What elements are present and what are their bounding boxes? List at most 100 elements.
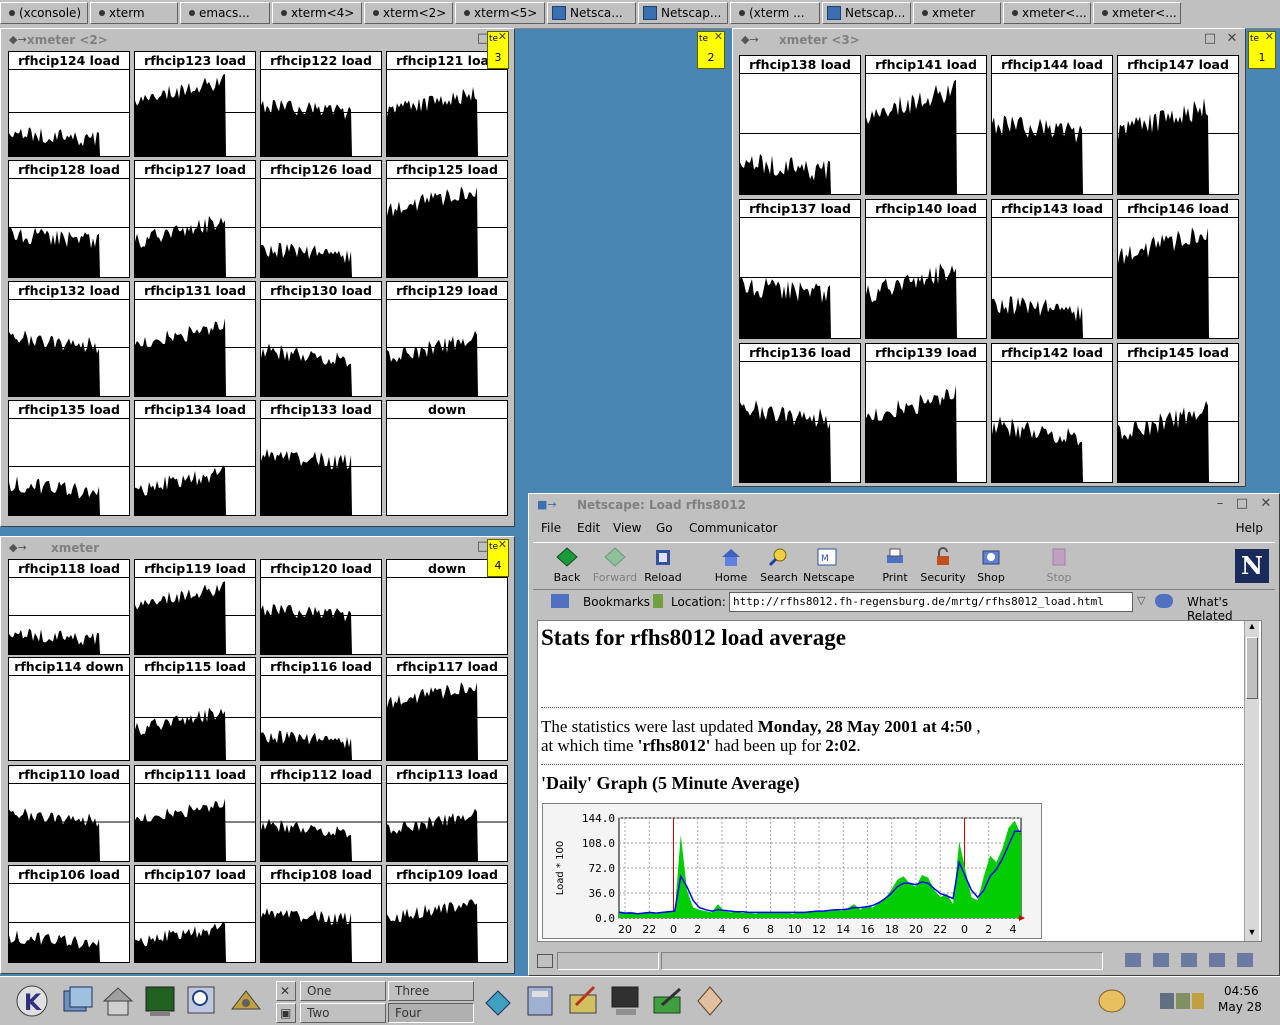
load-area (261, 448, 352, 515)
print-button[interactable]: Print (871, 545, 919, 584)
maximize-icon[interactable]: □ (1203, 32, 1217, 46)
window-badge-1[interactable]: te ✕ 1 (1248, 30, 1276, 69)
load-area (9, 808, 100, 861)
load-meter-graph (261, 227, 381, 277)
editor-icon[interactable] (566, 983, 602, 1019)
taskbar-button[interactable]: Netscap... (822, 2, 911, 24)
netscape-button[interactable]: M Netscape (803, 545, 855, 584)
load-meter: rfhcip143 load (991, 199, 1113, 339)
taskbar-button[interactable]: Netscap... (638, 2, 728, 24)
help-book-icon[interactable] (480, 983, 516, 1019)
load-area (1118, 98, 1209, 194)
shop-button[interactable]: Shop (967, 545, 1015, 584)
status-text (661, 952, 1103, 970)
pin-icon[interactable]: ◆→ (9, 31, 27, 49)
url-history-dropdown[interactable]: ▽ (1137, 594, 1145, 607)
taskbar-button[interactable]: xmeter<... (1093, 2, 1181, 24)
scroll-down-arrow[interactable]: ▼ (1245, 927, 1259, 941)
close-icon[interactable]: ✕ (714, 30, 723, 43)
monitor-icon[interactable] (608, 983, 644, 1019)
control-center-icon[interactable] (228, 983, 264, 1019)
component-bar-icons[interactable] (1125, 953, 1265, 967)
mail-icon[interactable] (692, 983, 728, 1019)
load-meter-label: rfhcip107 load (135, 866, 255, 884)
menu-view[interactable]: View (613, 521, 641, 535)
desktop-two-button[interactable]: Two (300, 1003, 386, 1023)
close-icon[interactable]: ✕ (498, 30, 507, 43)
virtual-desktops-close-icon[interactable]: ✕ (276, 981, 296, 1001)
home-folder-icon[interactable] (100, 983, 136, 1019)
calculator-icon[interactable] (522, 983, 558, 1019)
window-badge-2[interactable]: te ✕ 2 (697, 30, 725, 69)
home-button[interactable]: Home (707, 545, 755, 584)
taskbar-button[interactable]: xmeter<... (1003, 2, 1091, 24)
location-bar: Bookmarks Location: http://rfhs8012.fh-r… (533, 590, 1275, 623)
security-button[interactable]: Security (919, 545, 967, 584)
taskbar-button[interactable]: xterm<2> (364, 2, 453, 24)
lock-screen-icon[interactable]: ▣ (276, 1003, 296, 1023)
stop-button[interactable]: Stop (1035, 545, 1083, 584)
window-badge-3[interactable]: te ✕ 3 (487, 30, 509, 69)
bookmarks-icon[interactable] (551, 594, 569, 608)
network-tray-icon[interactable] (1158, 983, 1208, 1019)
load-area (9, 930, 100, 962)
desktop-four-button[interactable]: Four (388, 1003, 474, 1023)
load-meter-label: rfhcip123 load (135, 52, 255, 70)
load-area (1118, 227, 1209, 338)
search-button[interactable]: Search (755, 545, 803, 584)
back-button[interactable]: Back (543, 545, 591, 584)
load-meter: rfhcip125 load (386, 160, 508, 278)
forward-button[interactable]: Forward (591, 545, 639, 584)
desktop-one-button[interactable]: One (300, 981, 386, 1001)
title-bar[interactable]: ◆→ xmeter <3> □ ✕ (735, 31, 1243, 49)
taskbar-button[interactable]: xterm (90, 2, 178, 24)
load-meter-graph (387, 808, 507, 861)
shell-icon[interactable] (1094, 983, 1130, 1019)
vertical-scrollbar[interactable]: ▲ ▼ (1244, 621, 1259, 941)
scroll-up-arrow[interactable]: ▲ (1245, 621, 1259, 635)
menu-go[interactable]: Go (656, 521, 673, 535)
desktop-three-button[interactable]: Three (388, 981, 474, 1001)
menu-edit[interactable]: Edit (577, 521, 600, 535)
kwrite-icon[interactable] (650, 983, 686, 1019)
window-badge-4[interactable]: te ✕ 4 (487, 538, 509, 577)
maximize-icon[interactable]: □ (1235, 497, 1249, 511)
netscape-icon[interactable]: ■→ (537, 496, 557, 514)
title-bar[interactable]: ◆→ xmeter <2> □ (3, 31, 512, 49)
load-meter-label: rfhcip142 load (992, 344, 1112, 362)
url-input[interactable]: http://rfhs8012.fh-regensburg.de/mrtg/rf… (729, 592, 1133, 612)
close-icon[interactable]: ✕ (1265, 30, 1274, 43)
reload-button[interactable]: Reload (639, 545, 687, 584)
whats-related-icon[interactable] (1155, 594, 1173, 608)
taskbar-button[interactable]: xterm<5> (455, 2, 545, 24)
scroll-thumb[interactable] (1246, 637, 1258, 699)
taskbar-button[interactable]: Netsca... (547, 2, 636, 24)
bookmarks-button[interactable]: Bookmarks (583, 595, 650, 609)
pin-icon[interactable]: ◆→ (741, 31, 759, 49)
top-taskbar: (xconsole) xterm emacs... xterm<4> xterm<2> x… (0, 0, 1280, 29)
window-list-icon[interactable] (60, 983, 96, 1019)
title-bar[interactable]: ◆→ xmeter □ (3, 539, 512, 557)
pin-icon[interactable]: ◆→ (9, 539, 27, 557)
taskbar-button[interactable]: (xterm ... (730, 2, 820, 24)
menu-communicator[interactable]: Communicator (689, 521, 778, 535)
close-icon[interactable]: ✕ (498, 538, 507, 551)
taskbar-button[interactable]: xterm<4> (272, 2, 362, 24)
search-icon[interactable] (184, 983, 220, 1019)
close-icon[interactable]: ✕ (1259, 497, 1273, 511)
load-meter: rfhcip126 load (260, 160, 382, 278)
taskbar-button[interactable]: emacs... (180, 2, 270, 24)
menu-file[interactable]: File (541, 521, 561, 535)
close-icon[interactable]: ✕ (1225, 32, 1239, 46)
k-menu-icon[interactable]: K (14, 983, 50, 1019)
terminal-icon[interactable] (142, 983, 178, 1019)
clock-time[interactable]: 04:56 (1224, 984, 1259, 998)
taskbar-button[interactable]: (xconsole) (0, 2, 88, 24)
minimize-icon[interactable]: – (1213, 497, 1227, 511)
menu-help[interactable]: Help (1236, 521, 1263, 535)
security-status-icon[interactable] (537, 954, 553, 968)
title-bar[interactable]: ■→ Netscape: Load rfhs8012 – □ ✕ (531, 496, 1277, 514)
taskbar-button[interactable]: xmeter (913, 2, 1001, 24)
clock-date[interactable]: May 28 (1218, 1000, 1262, 1014)
whats-related-button[interactable]: What's Related (1187, 595, 1275, 623)
